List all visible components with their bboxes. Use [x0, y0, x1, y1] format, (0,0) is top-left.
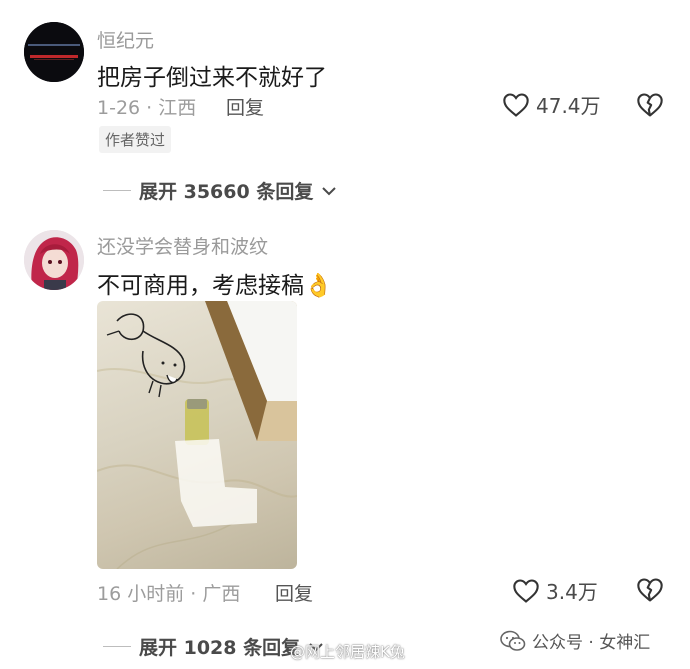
broken-heart-icon: [637, 578, 663, 602]
divider-line: [103, 646, 131, 647]
photo-drawing-icon: [97, 301, 297, 569]
weibo-watermark: @网上邻居辣K兔: [290, 643, 405, 661]
expand-replies-label: 展开 35660 条回复: [139, 181, 314, 203]
heart-outline-icon: [503, 92, 529, 117]
like-button[interactable]: 47.4万: [502, 90, 601, 119]
comment-text: 不可商用，考虑接稿👌: [97, 266, 333, 300]
chevron-down-icon: [322, 186, 337, 195]
comment-text: 把房子倒过来不就好了: [97, 65, 327, 91]
dislike-button[interactable]: [636, 92, 664, 122]
wechat-watermark-text: 公众号 · 女神汇: [532, 633, 651, 653]
author-liked-badge: 作者赞过: [99, 126, 172, 153]
divider-line: [103, 190, 131, 191]
expand-replies-button[interactable]: 展开 35660 条回复: [103, 177, 337, 204]
like-count: 47.4万: [536, 94, 601, 118]
avatar[interactable]: [24, 22, 84, 82]
comment-username[interactable]: 还没学会替身和波纹: [97, 232, 268, 259]
comment-text-body: 不可商用，考虑接稿: [97, 273, 304, 299]
comment-item: 恒纪元 把房子倒过来不就好了 1-26 · 江西 回复 47.4万 作者赞过 展…: [0, 0, 690, 210]
comment-image[interactable]: [97, 301, 297, 569]
avatar-image-icon: [24, 22, 84, 82]
reply-button[interactable]: 回复: [275, 579, 313, 606]
broken-heart-icon: [637, 93, 663, 117]
avatar-image-icon: [24, 230, 84, 290]
comment-username[interactable]: 恒纪元: [97, 26, 154, 53]
comment-meta: 1-26 · 江西: [97, 97, 197, 119]
wechat-watermark: 公众号 · 女神汇: [500, 628, 650, 653]
expand-replies-label: 展开 1028 条回复: [139, 637, 301, 659]
heart-outline-icon: [513, 578, 539, 603]
like-count: 3.4万: [546, 580, 598, 604]
reply-button[interactable]: 回复: [226, 93, 264, 120]
ok-hand-emoji-icon: 👌: [304, 273, 333, 299]
dislike-button[interactable]: [636, 577, 664, 607]
wechat-icon: [500, 630, 526, 651]
avatar[interactable]: [24, 230, 84, 290]
comment-meta: 16 小时前 · 广西: [97, 583, 241, 605]
like-button[interactable]: 3.4万: [512, 576, 598, 605]
